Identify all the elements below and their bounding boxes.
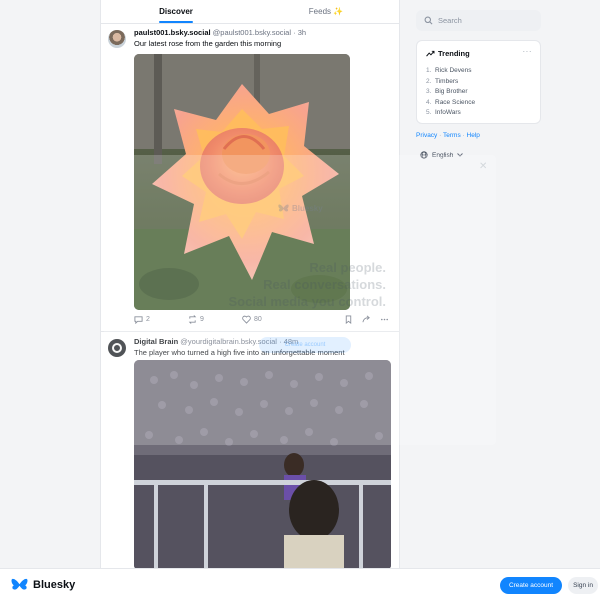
post-actions: 2 9 80 bbox=[134, 315, 389, 327]
trending-label: Timbers bbox=[435, 77, 459, 85]
trending-label: Race Science bbox=[435, 98, 476, 106]
active-tab-indicator bbox=[159, 21, 193, 23]
brand-name: Bluesky bbox=[33, 579, 76, 591]
privacy-link[interactable]: Privacy bbox=[416, 132, 437, 139]
left-gutter bbox=[0, 0, 100, 600]
trending-rank: 1. bbox=[426, 67, 432, 74]
trending-label: Big Brother bbox=[435, 88, 468, 95]
trending-rank: 3. bbox=[426, 88, 432, 95]
tab-feeds[interactable]: Feeds ✨ bbox=[251, 0, 399, 23]
tab-discover-label: Discover bbox=[159, 7, 193, 16]
repost-icon bbox=[188, 315, 197, 324]
search-input[interactable]: Search bbox=[416, 10, 541, 31]
trending-item[interactable]: 5. InfoWars bbox=[426, 108, 475, 119]
brain-logo-icon bbox=[112, 343, 122, 353]
avatar[interactable] bbox=[108, 30, 126, 48]
create-account-button[interactable]: Create account bbox=[500, 577, 562, 594]
link-separator: · bbox=[439, 132, 442, 139]
post-header: paulst001.bsky.social @paulst001.bsky.so… bbox=[134, 28, 306, 37]
post-time[interactable]: 3h bbox=[298, 28, 306, 37]
reply-button[interactable]: 2 bbox=[134, 315, 150, 324]
trending-item[interactable]: 4. Race Science bbox=[426, 98, 475, 109]
more-icon bbox=[380, 318, 389, 321]
like-count: 80 bbox=[254, 316, 262, 323]
trending-rank: 4. bbox=[426, 98, 432, 106]
trending-rank: 5. bbox=[426, 109, 432, 116]
share-button[interactable] bbox=[362, 315, 371, 324]
close-icon[interactable]: ✕ bbox=[479, 161, 487, 172]
feed-column: Discover Feeds ✨ paulst001.bsky.social @… bbox=[100, 0, 400, 568]
trending-more-button[interactable]: ··· bbox=[523, 47, 533, 56]
help-link[interactable]: Help bbox=[467, 132, 480, 139]
feed-post[interactable]: Digital Brain @yourdigitalbrain.bsky.soc… bbox=[101, 333, 399, 568]
footer-links: Privacy · Terms · Help bbox=[416, 132, 480, 139]
bookmark-icon bbox=[345, 315, 352, 324]
author-name[interactable]: paulst001.bsky.social bbox=[134, 28, 211, 37]
tab-discover[interactable]: Discover bbox=[101, 0, 251, 23]
like-button[interactable]: 80 bbox=[242, 315, 262, 324]
trending-list: 1. Rick Devens 2. Timbers 3. Big Brother 4.… bbox=[426, 66, 475, 119]
feed-post[interactable]: paulst001.bsky.social @paulst001.bsky.so… bbox=[101, 24, 399, 332]
bookmark-button[interactable] bbox=[344, 315, 353, 324]
post-image-rose[interactable] bbox=[134, 54, 350, 310]
butterfly-icon bbox=[11, 578, 28, 590]
share-icon bbox=[362, 315, 370, 323]
trending-header: Trending bbox=[426, 49, 470, 58]
globe-icon bbox=[420, 151, 428, 159]
post-video-thumbnail[interactable] bbox=[134, 360, 391, 568]
language-label: English bbox=[432, 151, 454, 159]
trending-rank: 2. bbox=[426, 77, 432, 85]
modal-create-account-button[interactable]: Create account bbox=[259, 337, 351, 353]
page: Discover Feeds ✨ paulst001.bsky.social @… bbox=[0, 0, 600, 600]
search-icon bbox=[424, 16, 433, 25]
like-icon bbox=[242, 315, 251, 324]
trending-panel: Trending ··· 1. Rick Devens 2. Timbers 3. B… bbox=[416, 40, 541, 124]
post-text: Our latest rose from the garden this mor… bbox=[134, 39, 282, 48]
sign-in-button[interactable]: Sign in bbox=[568, 577, 598, 594]
author-handle[interactable]: @paulst001.bsky.social bbox=[213, 28, 291, 37]
trending-title: Trending bbox=[438, 49, 470, 58]
tab-feeds-label: Feeds ✨ bbox=[308, 7, 344, 16]
brand-logo[interactable]: Bluesky bbox=[11, 578, 75, 592]
author-name[interactable]: Digital Brain bbox=[134, 337, 178, 346]
trending-label: Rick Devens bbox=[435, 67, 472, 74]
chevron-down-icon bbox=[457, 153, 464, 157]
separator-dot: · bbox=[293, 28, 296, 37]
avatar[interactable] bbox=[108, 339, 126, 357]
trending-icon bbox=[426, 50, 435, 57]
feed-tabs: Discover Feeds ✨ bbox=[101, 0, 399, 24]
reply-count: 2 bbox=[146, 316, 150, 323]
search-placeholder: Search bbox=[438, 16, 462, 25]
link-separator: · bbox=[462, 132, 465, 139]
reply-icon bbox=[134, 316, 143, 324]
trending-label: InfoWars bbox=[435, 109, 461, 116]
repost-button[interactable]: 9 bbox=[188, 315, 204, 324]
language-selector[interactable]: English bbox=[420, 151, 464, 159]
more-options-button[interactable] bbox=[380, 315, 389, 324]
trending-item[interactable]: 3. Big Brother bbox=[426, 87, 475, 98]
rose-photo bbox=[134, 54, 350, 310]
more-icon: ··· bbox=[522, 47, 532, 56]
repost-count: 9 bbox=[200, 316, 204, 323]
bottom-bar: Bluesky Create account Sign in bbox=[0, 568, 600, 600]
terms-link[interactable]: Terms bbox=[443, 132, 461, 139]
trending-item[interactable]: 1. Rick Devens bbox=[426, 66, 475, 77]
trending-item[interactable]: 2. Timbers bbox=[426, 77, 475, 88]
crowd-photo bbox=[134, 360, 391, 568]
